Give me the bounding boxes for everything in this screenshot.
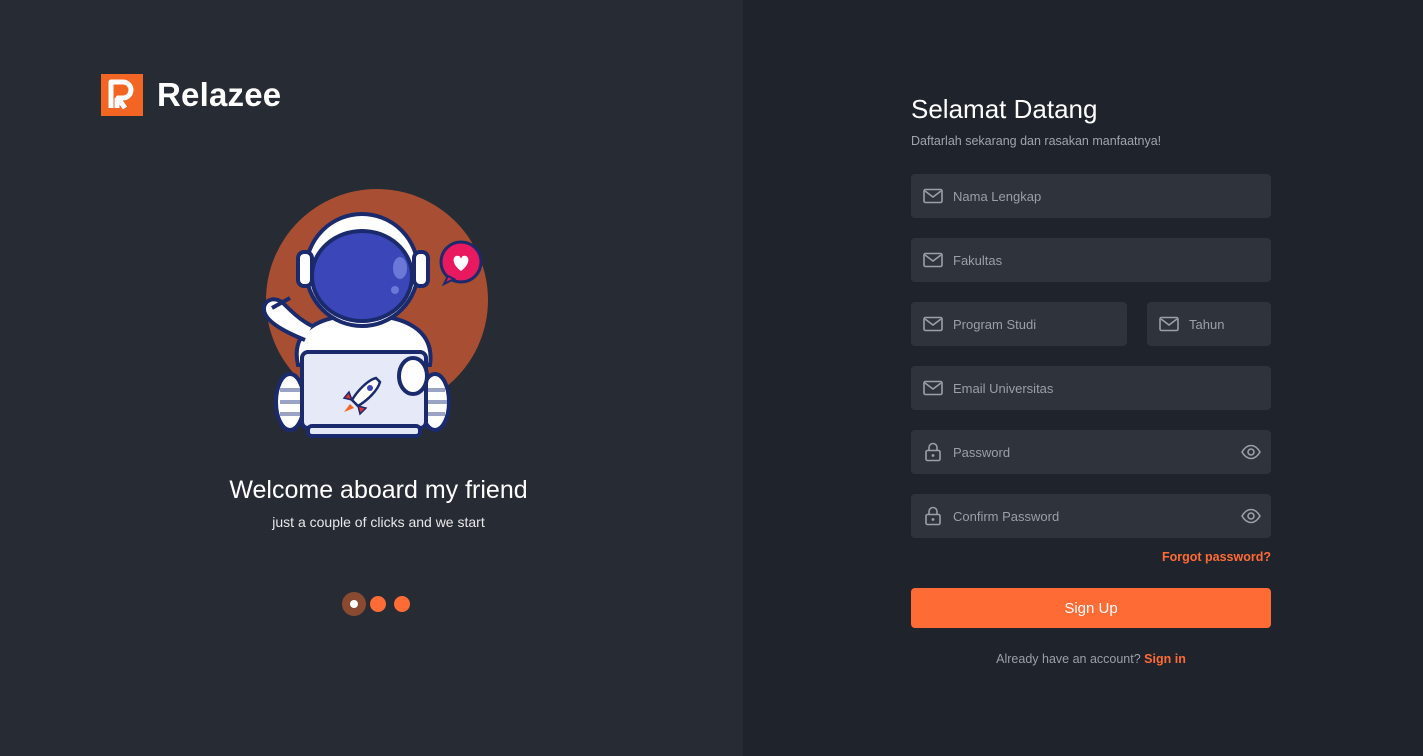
- brand-logo: Relazee: [101, 74, 281, 116]
- password-placeholder: Password: [953, 444, 1011, 460]
- full-name-placeholder: Nama Lengkap: [953, 188, 1042, 204]
- faculty-field[interactable]: Fakultas: [911, 238, 1271, 282]
- eye-icon[interactable]: [1240, 505, 1262, 527]
- sign-up-button[interactable]: Sign Up: [911, 588, 1271, 628]
- password-field[interactable]: Password: [911, 430, 1271, 474]
- year-placeholder: Tahun: [1189, 316, 1225, 332]
- welcome-title: Welcome aboard my friend: [229, 476, 528, 504]
- forgot-password-link[interactable]: Forgot password?: [1162, 550, 1271, 564]
- year-field[interactable]: Tahun: [1147, 302, 1271, 346]
- study-program-placeholder: Program Studi: [953, 316, 1037, 332]
- confirm-password-field[interactable]: Confirm Password: [911, 494, 1271, 538]
- confirm-password-placeholder: Confirm Password: [953, 508, 1060, 524]
- sign-in-link[interactable]: Sign in: [1144, 652, 1186, 666]
- form-title: Selamat Datang: [911, 94, 1098, 124]
- faculty-placeholder: Fakultas: [953, 252, 1003, 268]
- full-name-field[interactable]: Nama Lengkap: [911, 174, 1271, 218]
- welcome-panel: Relazee Welcome aboard my friend just a …: [0, 0, 743, 756]
- carousel-dot-1[interactable]: [342, 592, 366, 616]
- mail-icon: [923, 380, 943, 396]
- form-subtitle: Daftarlah sekarang dan rasakan manfaatny…: [911, 134, 1162, 148]
- carousel-dot-3[interactable]: [394, 596, 410, 612]
- relazee-logo-icon: [101, 74, 143, 116]
- study-program-field[interactable]: Program Studi: [911, 302, 1127, 346]
- have-account-text: Already have an account?: [996, 652, 1141, 666]
- email-field[interactable]: Email Universitas: [911, 366, 1271, 410]
- lock-icon: [925, 506, 941, 526]
- carousel-indicators: [342, 592, 418, 616]
- signup-panel: Selamat Datang Daftarlah sekarang dan ra…: [743, 0, 1423, 756]
- brand-name: Relazee: [157, 76, 282, 113]
- mail-icon: [923, 188, 943, 204]
- astronaut-laptop-illustration: [262, 189, 488, 438]
- welcome-subtitle: just a couple of clicks and we start: [272, 514, 485, 530]
- eye-icon[interactable]: [1240, 441, 1262, 463]
- carousel-dot-2[interactable]: [370, 596, 386, 612]
- mail-icon: [923, 316, 943, 332]
- heart-bubble-icon: [439, 240, 483, 287]
- mail-icon: [1159, 316, 1179, 332]
- mail-icon: [923, 252, 943, 268]
- email-placeholder: Email Universitas: [953, 380, 1054, 396]
- lock-icon: [925, 442, 941, 462]
- signin-prompt: Already have an account? Sign in: [911, 652, 1271, 666]
